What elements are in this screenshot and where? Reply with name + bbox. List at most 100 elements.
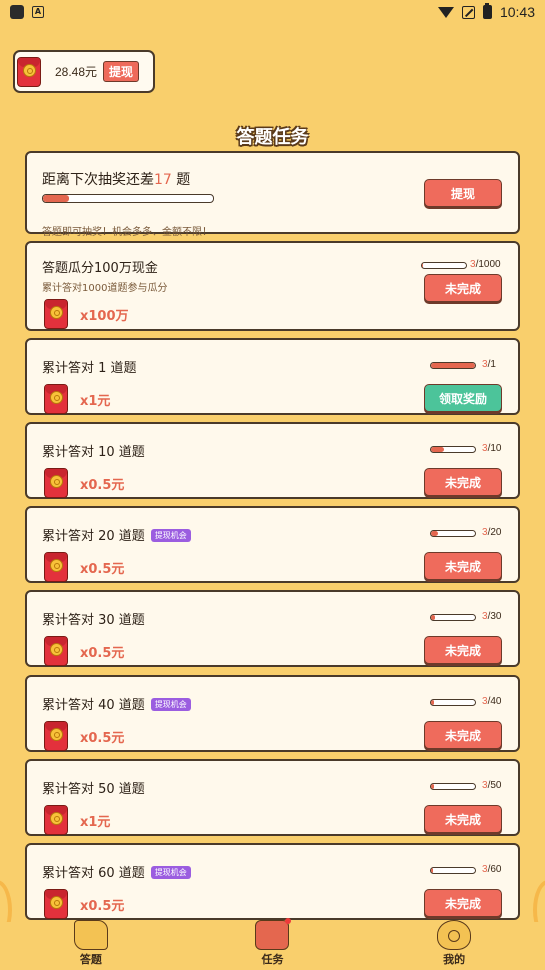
million-reward-text: x100万 [80,308,129,324]
task-progress-bar [430,446,476,453]
task-title-text: 累计答对 50 道题 [42,782,145,797]
task-card: 累计答对 20 道题 提现机会 3/20 x0.5元 未完成 [25,506,520,583]
task-scroll-icon [255,918,292,950]
no-signal-icon [461,5,475,19]
wallet-withdraw-button[interactable]: 提现 [103,61,140,82]
nav-label-tasks: 任务 [261,953,284,966]
status-time: 10:43 [499,4,535,20]
withdraw-chance-badge: 提现机会 [150,529,191,542]
red-envelope-icon [17,56,41,87]
task-reward-text: x0.5元 [80,730,125,746]
lottery-progress-fill [43,195,69,202]
task-status-button[interactable]: 未完成 [424,636,502,664]
task-progress-text: 3/30 [482,611,502,622]
million-subtitle: 累计答对1000道题参与瓜分 [42,283,168,294]
task-reward-text: x1元 [80,814,111,830]
bottom-nav: 答题 任务 我的 [0,918,545,970]
wifi-icon [437,6,454,18]
nav-item-quiz[interactable]: 答题 [31,920,151,967]
task-card: 累计答对 30 道题 3/30 x0.5元 未完成 [25,590,520,667]
task-progress-bar [430,699,476,706]
task-reward-text: x0.5元 [80,561,125,577]
a-notification-icon: A [32,6,44,18]
million-title: 答题瓜分100万现金 [42,261,158,276]
task-title: 累计答对 30 道题 [42,609,145,628]
task-reward: x0.5元 [44,468,124,498]
nav-item-me[interactable]: 我的 [394,920,514,967]
task-progress-fill [431,868,434,873]
task-progress-fill [431,700,435,705]
task-title: 累计答对 20 道题 提现机会 [42,525,191,544]
task-progress-fill [431,615,436,620]
lottery-card: 距离下次抽奖还差17 题 答题即可抽奖！机会多多、金额不限！ 提现 [25,151,520,238]
profile-gong-icon [437,920,472,950]
lottery-title: 距离下次抽奖还差17 题 [42,172,191,188]
task-progress-text: 3/1 [482,359,496,370]
wallet-amount: 28.48元 [55,65,98,79]
task-reward-text: x0.5元 [80,477,125,493]
task-card: 累计答对 1 道题 3/1 x1元 领取奖励 [25,338,520,415]
status-bar: A 10:43 [0,0,545,24]
task-card: 累计答对 60 道题 提现机会 3/60 x0.5元 未完成 [25,843,520,920]
task-progress-text: 3/10 [482,443,502,454]
lottery-progress-bar [42,194,214,203]
task-reward: x1元 [44,384,110,414]
task-progress-text: 3/20 [482,527,502,538]
battery-icon [482,3,492,19]
task-title: 累计答对 60 道题 提现机会 [42,862,191,881]
lottery-count: 17 [154,172,172,188]
task-status-button[interactable]: 未完成 [424,552,502,580]
million-progress-text: 3/1000 [470,259,501,270]
task-title: 累计答对 10 道题 [42,441,145,460]
million-progress-bar [421,262,467,269]
lottery-withdraw-button[interactable]: 提现 [424,179,502,207]
task-card: 累计答对 50 道题 3/50 x1元 未完成 [25,759,520,836]
task-status-button[interactable]: 未完成 [424,805,502,833]
task-reward-text: x1元 [80,393,111,409]
red-envelope-icon [44,805,68,835]
task-progress-bar [430,362,476,369]
million-card: 答题瓜分100万现金 累计答对1000道题参与瓜分 3/1000 x100万 未… [25,241,520,331]
claim-reward-button[interactable]: 领取奖励 [424,384,502,412]
nav-label-me: 我的 [443,953,466,966]
red-envelope-icon [44,552,68,582]
task-title-text: 累计答对 30 道题 [42,613,145,628]
task-progress-bar [430,867,476,874]
task-reward-text: x0.5元 [80,645,125,661]
nav-item-tasks[interactable]: 任务 [212,918,332,967]
red-envelope-icon [44,889,68,919]
red-envelope-icon [44,299,68,329]
million-status-button[interactable]: 未完成 [424,274,502,302]
million-reward: x100万 [44,299,129,329]
task-card: 累计答对 40 道题 提现机会 3/40 x0.5元 未完成 [25,675,520,752]
wallet-box: 28.48元 提现 [13,50,155,93]
task-title-text: 累计答对 60 道题 [42,866,145,881]
withdraw-chance-badge: 提现机会 [150,866,191,879]
red-envelope-icon [44,468,68,498]
task-title: 累计答对 50 道题 [42,778,145,797]
task-title-text: 累计答对 40 道题 [42,698,145,713]
task-title-text: 累计答对 1 道题 [42,361,137,376]
task-reward: x0.5元 [44,721,124,751]
task-title: 累计答对 40 道题 提现机会 [42,694,191,713]
task-progress-fill [431,447,445,452]
task-status-button[interactable]: 未完成 [424,721,502,749]
section-title: 答题任务 [236,127,309,148]
task-reward: x0.5元 [44,889,124,919]
nav-label-quiz: 答题 [79,953,102,966]
task-progress-bar [430,530,476,537]
task-reward: x0.5元 [44,552,124,582]
task-title-text: 累计答对 10 道题 [42,445,145,460]
task-progress-bar [430,783,476,790]
task-progress-text: 3/50 [482,780,502,791]
red-envelope-icon [44,721,68,751]
task-title: 累计答对 1 道题 [42,357,137,376]
withdraw-chance-badge: 提现机会 [150,698,191,711]
task-reward: x1元 [44,805,110,835]
red-envelope-icon [44,384,68,414]
task-status-button[interactable]: 未完成 [424,889,502,917]
task-reward-text: x0.5元 [80,898,125,914]
task-progress-bar [430,614,476,621]
lottery-note: 答题即可抽奖！机会多多、金额不限！ [42,227,212,238]
task-status-button[interactable]: 未完成 [424,468,502,496]
